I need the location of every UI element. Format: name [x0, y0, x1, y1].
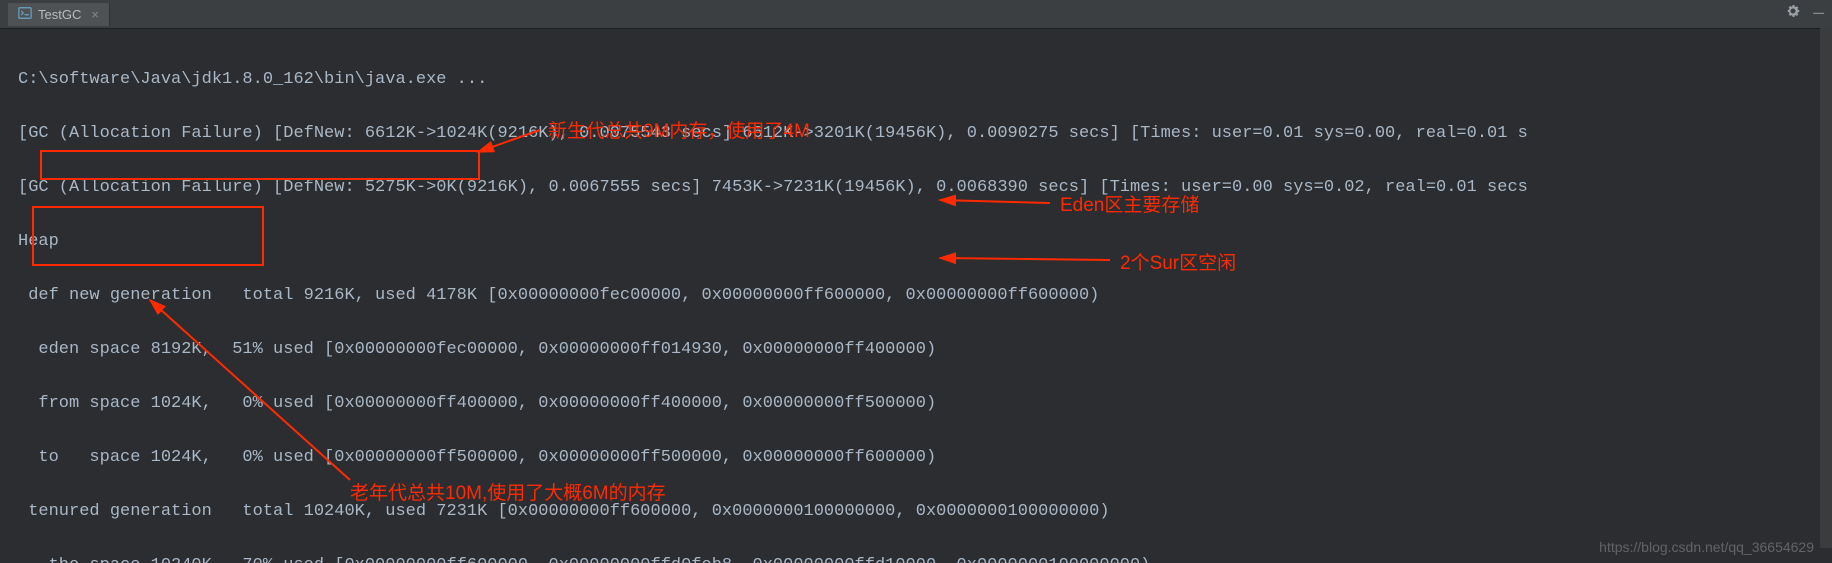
terminal-icon: [18, 6, 32, 23]
tab-testgc[interactable]: TestGC ×: [8, 3, 110, 26]
console-line: the space 10240K, 70% used [0x00000000ff…: [18, 552, 1814, 563]
console-line: eden space 8192K, 51% used [0x00000000fe…: [18, 336, 1814, 363]
watermark: https://blog.csdn.net/qq_36654629: [1599, 539, 1814, 555]
console-output: C:\software\Java\jdk1.8.0_162\bin\java.e…: [0, 29, 1832, 563]
console-line: def new generation total 9216K, used 417…: [18, 282, 1814, 309]
console-line: C:\software\Java\jdk1.8.0_162\bin\java.e…: [18, 66, 1814, 93]
console-line: [GC (Allocation Failure) [DefNew: 5275K-…: [18, 174, 1814, 201]
console-line: to space 1024K, 0% used [0x00000000ff500…: [18, 444, 1814, 471]
gear-icon[interactable]: [1785, 3, 1801, 25]
console-line: from space 1024K, 0% used [0x00000000ff4…: [18, 390, 1814, 417]
console-line: Heap: [18, 228, 1814, 255]
minimize-icon[interactable]: —: [1813, 7, 1824, 21]
tab-bar: TestGC × —: [0, 0, 1832, 29]
console-line: tenured generation total 10240K, used 72…: [18, 498, 1814, 525]
tab-label: TestGC: [38, 7, 81, 22]
close-icon[interactable]: ×: [91, 7, 99, 22]
console-line: [GC (Allocation Failure) [DefNew: 6612K-…: [18, 120, 1814, 147]
